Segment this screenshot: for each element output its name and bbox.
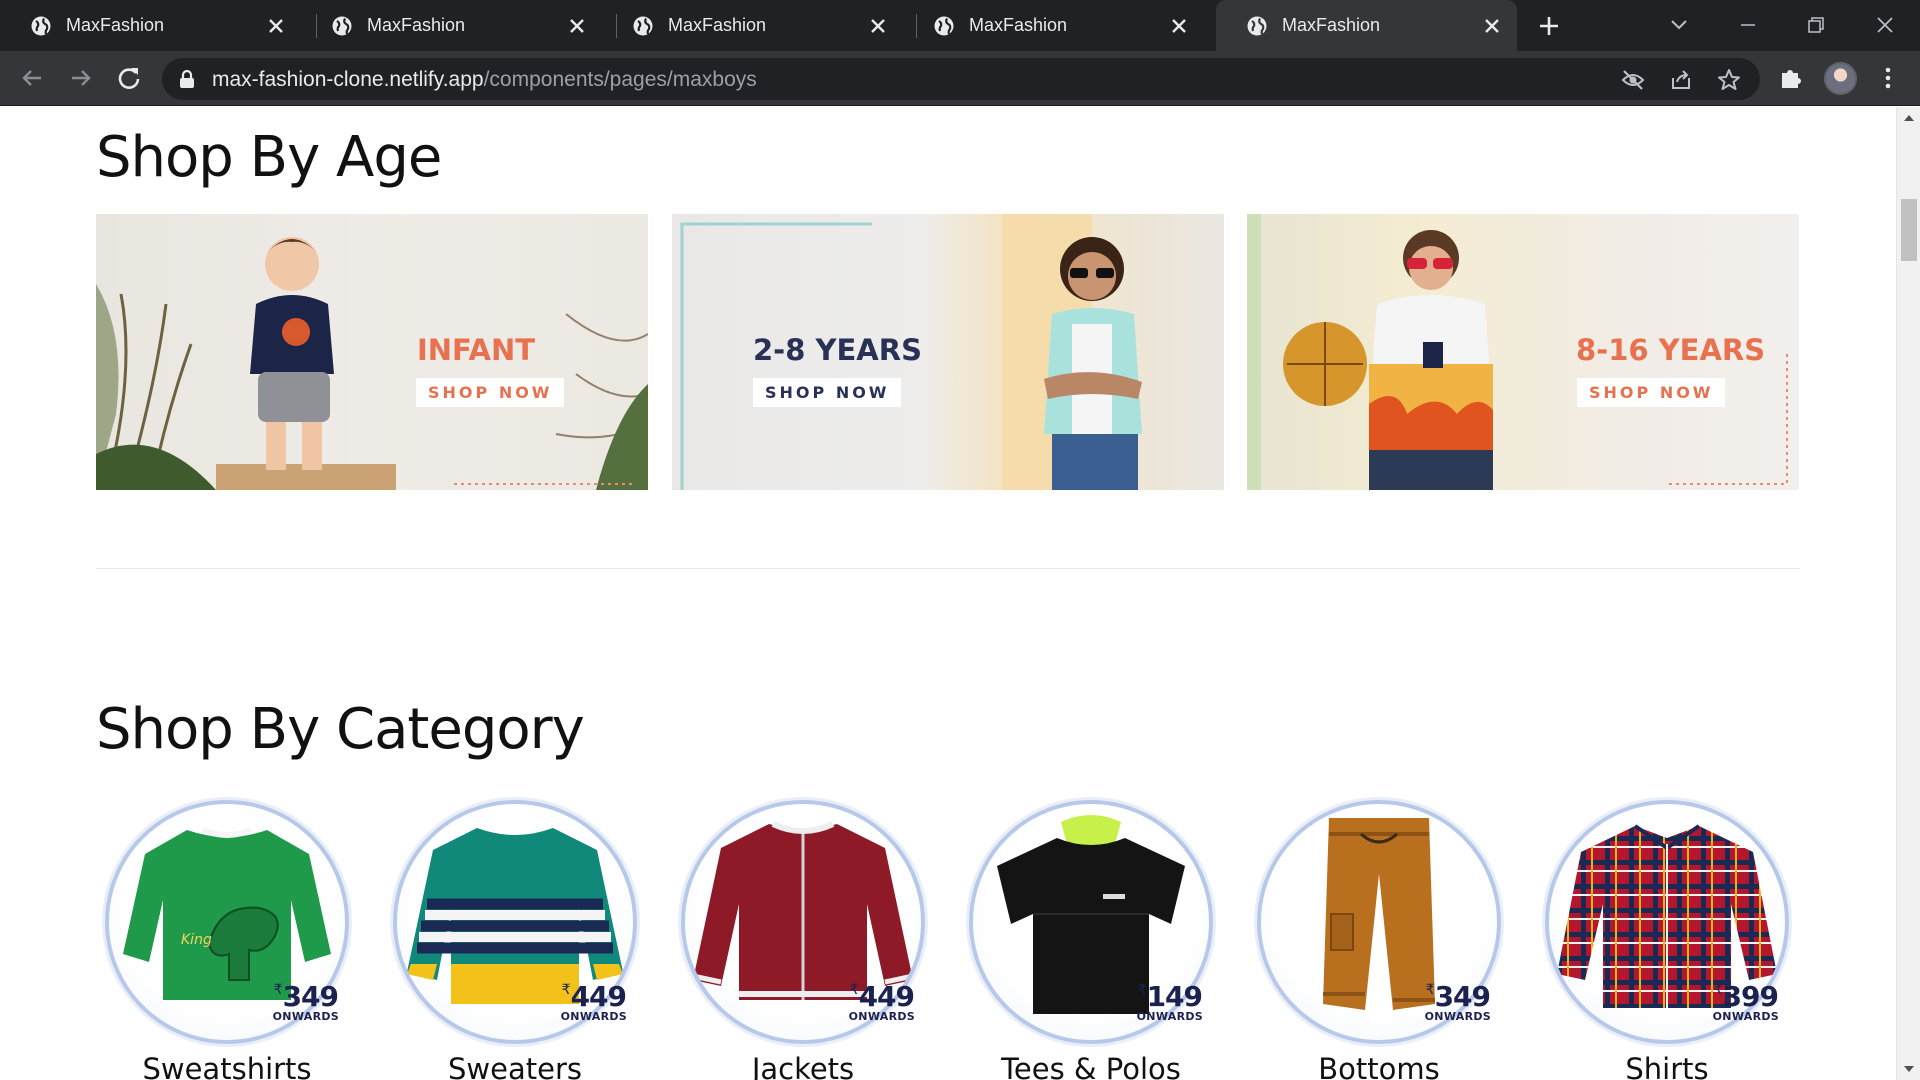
page-scrollbar[interactable] — [1896, 107, 1920, 1080]
tab-title: MaxFashion — [969, 15, 1068, 35]
currency-symbol: ₹ — [1713, 982, 1723, 998]
close-icon[interactable] — [566, 15, 588, 37]
age-banner-2-8-years[interactable]: 2-8 YEARS SHOP NOW — [672, 214, 1224, 490]
scroll-down-arrow-icon[interactable] — [1904, 1066, 1914, 1072]
price-note: ONWARDS — [848, 1010, 915, 1023]
tab-strip: MaxFashion MaxFashion MaxFashion MaxFash… — [0, 0, 1920, 51]
category-tees-polos[interactable]: ₹149 ONWARDS Tees & Polos — [961, 790, 1221, 1080]
price-badge: ₹349 ONWARDS — [1425, 976, 1491, 1023]
browser-tab[interactable]: MaxFashion — [301, 0, 602, 51]
category-sweaters[interactable]: ₹449 ONWARDS Sweaters — [385, 790, 645, 1080]
banner-label: 8-16 YEARS — [1576, 333, 1766, 367]
price-badge: ₹149 ONWARDS — [1137, 976, 1203, 1023]
avatar[interactable] — [1824, 62, 1857, 95]
shop-now-button[interactable]: SHOP NOW — [1577, 378, 1726, 407]
restore-icon[interactable] — [1801, 10, 1831, 40]
tab-title: MaxFashion — [668, 15, 767, 35]
puzzle-icon[interactable] — [1776, 63, 1806, 93]
url-text: max-fashion-clone.netlify.app/components… — [212, 68, 757, 92]
close-icon[interactable] — [1168, 15, 1190, 37]
url-host: max-fashion-clone.netlify.app — [212, 68, 484, 91]
globe-icon — [332, 16, 352, 36]
close-icon[interactable] — [1481, 15, 1503, 37]
address-bar[interactable]: max-fashion-clone.netlify.app/components… — [162, 58, 1760, 100]
currency-symbol: ₹ — [1137, 982, 1147, 998]
category-sweatshirts[interactable]: King ₹349 ONWARDS Sweatshirts — [97, 790, 357, 1080]
globe-icon — [1247, 16, 1267, 36]
currency-symbol: ₹ — [1425, 982, 1435, 998]
tab-title: MaxFashion — [1282, 15, 1381, 35]
url-path: /components/pages/maxboys — [483, 68, 757, 91]
price-note: ONWARDS — [1424, 1010, 1491, 1023]
category-name: Sweatshirts — [142, 1052, 312, 1080]
svg-text:King: King — [181, 932, 212, 948]
price-value: 349 — [1434, 980, 1491, 1013]
age-banner-infant[interactable]: INFANT SHOP NOW — [96, 214, 648, 490]
category-name: Shirts — [1625, 1052, 1709, 1080]
price-value: 399 — [1722, 980, 1779, 1013]
currency-symbol: ₹ — [561, 982, 571, 998]
infant-banner-illustration — [96, 237, 648, 490]
shop-by-category-title: Shop By Category — [96, 697, 585, 762]
currency-symbol: ₹ — [273, 982, 283, 998]
lock-icon[interactable] — [178, 69, 196, 89]
category-shirts[interactable]: ₹399 ONWARDS Shirts — [1537, 790, 1797, 1080]
browser-tab[interactable]: MaxFashion — [602, 0, 903, 51]
price-badge: ₹449 ONWARDS — [849, 976, 915, 1023]
price-value: 449 — [858, 980, 915, 1013]
category-jackets[interactable]: ₹449 ONWARDS Jackets — [673, 790, 933, 1080]
price-badge: ₹449 ONWARDS — [561, 976, 627, 1023]
shop-now-button[interactable]: SHOP NOW — [416, 378, 565, 407]
category-name: Bottoms — [1318, 1052, 1440, 1080]
price-note: ONWARDS — [560, 1010, 627, 1023]
age-banner-8-16-years[interactable]: 8-16 YEARS SHOP NOW — [1247, 214, 1799, 490]
price-value: 149 — [1146, 980, 1203, 1013]
star-icon[interactable] — [1716, 67, 1742, 93]
arrow-left-icon[interactable] — [17, 63, 47, 93]
browser-tab[interactable]: MaxFashion — [903, 0, 1204, 51]
plus-icon[interactable] — [1535, 12, 1563, 40]
globe-icon — [633, 16, 653, 36]
arrow-right-icon[interactable] — [66, 63, 96, 93]
price-badge: ₹399 ONWARDS — [1713, 976, 1779, 1023]
browser-tab[interactable]: MaxFashion — [0, 0, 301, 51]
category-name: Sweaters — [448, 1052, 582, 1080]
banner-label: INFANT — [417, 333, 536, 367]
section-divider — [96, 568, 1800, 569]
globe-icon — [31, 16, 51, 36]
scroll-up-arrow-icon[interactable] — [1904, 115, 1914, 121]
category-name: Jackets — [751, 1052, 855, 1080]
tab-title: MaxFashion — [66, 15, 165, 35]
scroll-thumb[interactable] — [1901, 199, 1917, 261]
close-window-icon[interactable] — [1870, 10, 1900, 40]
browser-toolbar: max-fashion-clone.netlify.app/components… — [0, 51, 1920, 106]
price-note: ONWARDS — [1136, 1010, 1203, 1023]
kebab-menu-icon[interactable] — [1873, 63, 1903, 93]
share-icon[interactable] — [1668, 67, 1694, 93]
close-icon[interactable] — [265, 15, 287, 37]
price-note: ONWARDS — [1712, 1010, 1779, 1023]
globe-icon — [934, 16, 954, 36]
category-bottoms[interactable]: ₹349 ONWARDS Bottoms — [1249, 790, 1509, 1080]
price-value: 449 — [570, 980, 627, 1013]
reload-icon[interactable] — [114, 63, 144, 93]
browser-tab-active[interactable]: MaxFashion — [1216, 0, 1517, 51]
category-name: Tees & Polos — [1001, 1052, 1181, 1080]
tab-search-chevron-icon[interactable] — [1664, 10, 1694, 40]
price-value: 349 — [282, 980, 339, 1013]
price-badge: ₹349 ONWARDS — [273, 976, 339, 1023]
page-content: Shop By Age INFANT SHOP NOW 2-8 YEARS SH… — [0, 107, 1896, 1080]
shop-by-age-title: Shop By Age — [96, 125, 442, 190]
shop-now-button[interactable]: SHOP NOW — [753, 378, 902, 407]
tab-title: MaxFashion — [367, 15, 466, 35]
eye-off-icon[interactable] — [1620, 67, 1646, 93]
banner-label: 2-8 YEARS — [753, 333, 922, 367]
currency-symbol: ₹ — [849, 982, 859, 998]
price-note: ONWARDS — [272, 1010, 339, 1023]
minimize-icon[interactable] — [1733, 10, 1763, 40]
close-icon[interactable] — [867, 15, 889, 37]
